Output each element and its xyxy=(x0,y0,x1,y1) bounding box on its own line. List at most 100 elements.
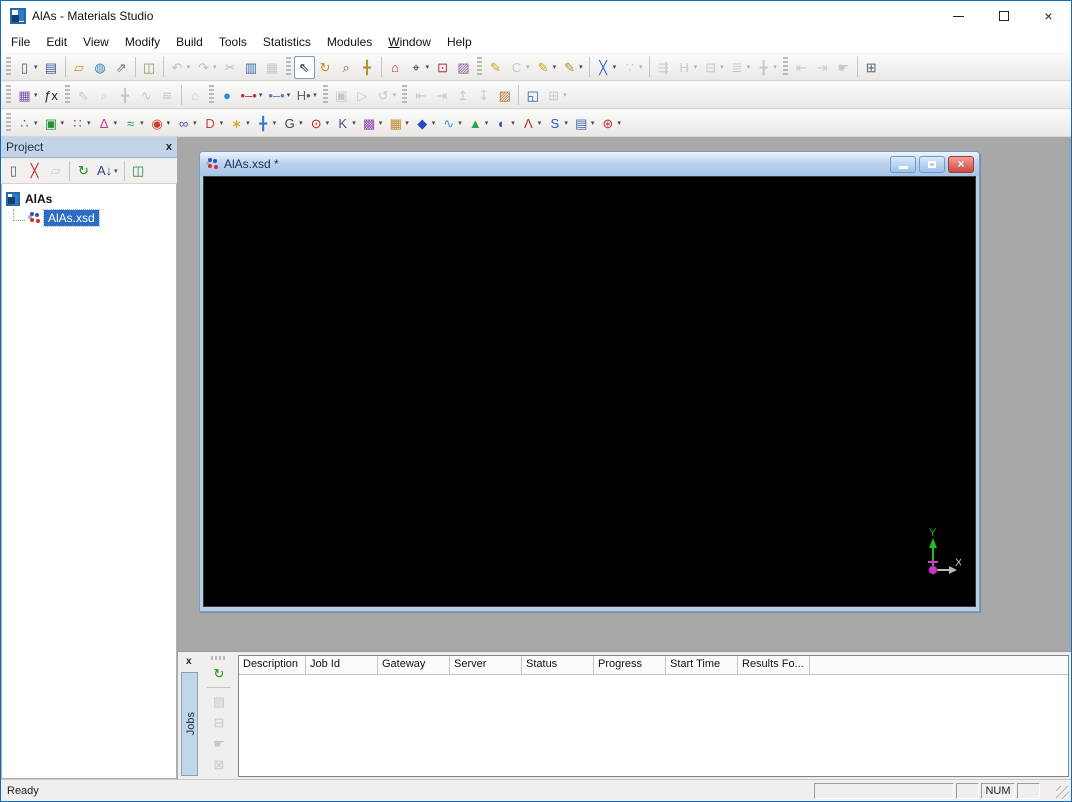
jobs-panel-close-button[interactable]: x xyxy=(186,656,192,667)
modify-element-dropdown[interactable]: ▾ xyxy=(639,63,643,71)
column-header-job-id[interactable]: Job Id xyxy=(306,656,378,674)
castep-button[interactable]: Δ▾ xyxy=(94,112,121,135)
copy-button[interactable]: ▥ xyxy=(241,56,262,79)
adjust-bonds-dropdown[interactable]: ▾ xyxy=(613,63,617,71)
kinetix-dropdown[interactable]: ▾ xyxy=(352,119,356,127)
sketch-edit-button[interactable]: ✎▾ xyxy=(559,56,586,79)
mesodyn-dropdown[interactable]: ▾ xyxy=(405,119,409,127)
reset-view-button[interactable]: ⌂ xyxy=(385,56,406,79)
sketch-edit-dropdown[interactable]: ▾ xyxy=(579,63,583,71)
blends-button[interactable]: ∷▾ xyxy=(67,112,94,135)
document-close-button[interactable]: × xyxy=(948,156,974,173)
export-button[interactable]: ⇗ xyxy=(111,56,132,79)
fx-editor-button[interactable]: ƒx xyxy=(41,84,62,107)
dmol3-dropdown[interactable]: ▾ xyxy=(246,119,250,127)
gulp-button[interactable]: G▾ xyxy=(279,112,306,135)
minimize-button[interactable] xyxy=(936,1,981,31)
module-atom-circle-button[interactable]: ⊙▾ xyxy=(306,112,333,135)
reflex-button[interactable]: Λ▾ xyxy=(518,112,545,135)
onetep-button[interactable]: ▲▾ xyxy=(465,112,492,135)
module-atom-circle-dropdown[interactable]: ▾ xyxy=(326,119,330,127)
sketch-arc-dropdown[interactable]: ▾ xyxy=(526,63,530,71)
sketch-atom-button[interactable]: ✎ xyxy=(485,56,506,79)
new-document-dropdown[interactable]: ▾ xyxy=(34,63,38,71)
menu-modules[interactable]: Modules xyxy=(319,32,380,52)
tree-root-item[interactable]: AlAs xyxy=(6,189,172,208)
redo-dropdown[interactable]: ▾ xyxy=(213,63,217,71)
dftb-plus-dropdown[interactable]: ▾ xyxy=(220,119,224,127)
add-hydrogen-dropdown[interactable]: ▾ xyxy=(313,91,317,99)
calculator-button[interactable]: ⊞ xyxy=(861,56,882,79)
column-header-status[interactable]: Status xyxy=(522,656,594,674)
import-button[interactable]: ◍ xyxy=(90,56,111,79)
maximize-button[interactable] xyxy=(981,1,1026,31)
vamp-dropdown[interactable]: ▾ xyxy=(617,119,621,127)
layer-builder-dropdown[interactable]: ▾ xyxy=(747,63,751,71)
new-document-button[interactable]: ▯▾ xyxy=(14,56,41,79)
new-item-button[interactable]: ▯ xyxy=(3,159,24,182)
discover-dropdown[interactable]: ▾ xyxy=(167,119,171,127)
refresh-jobs-button[interactable]: ↻ xyxy=(209,663,230,684)
3d-viewport[interactable]: Y X xyxy=(203,176,976,607)
column-header-description[interactable]: Description xyxy=(239,656,306,674)
add-hydrogen-button[interactable]: H•▾ xyxy=(293,84,320,107)
gulp-dropdown[interactable]: ▾ xyxy=(299,119,303,127)
delete-item-button[interactable]: ╳ xyxy=(24,159,45,182)
fit-view-button[interactable]: ⊡ xyxy=(432,56,453,79)
menu-file[interactable]: File xyxy=(3,32,38,52)
tree-child-item[interactable]: AlAs.xsd xyxy=(6,208,172,227)
menu-statistics[interactable]: Statistics xyxy=(255,32,319,52)
polymorph-dropdown[interactable]: ▾ xyxy=(511,119,515,127)
document-restore-button[interactable] xyxy=(919,156,945,173)
column-header-progress[interactable]: Progress xyxy=(594,656,666,674)
create-bond-dropdown[interactable]: ▾ xyxy=(259,91,263,99)
bond-type-dropdown[interactable]: ▾ xyxy=(287,91,291,99)
document-minimize-button[interactable] xyxy=(890,156,916,173)
vamp-button[interactable]: ⊛▾ xyxy=(597,112,624,135)
sorption-dropdown[interactable]: ▾ xyxy=(564,119,568,127)
forcite-button[interactable]: ╋▾ xyxy=(253,112,280,135)
bond-type-button[interactable]: •–•▾ xyxy=(265,84,293,107)
sorption-button[interactable]: S▾ xyxy=(544,112,571,135)
conformers-button[interactable]: ≈▾ xyxy=(120,112,147,135)
menu-tools[interactable]: Tools xyxy=(211,32,255,52)
run-options-dropdown[interactable]: ▾ xyxy=(393,91,397,99)
close-button[interactable]: × xyxy=(1026,1,1071,31)
sketch-ring-button[interactable]: ✎▾ xyxy=(533,56,560,79)
crystal-builder-dropdown[interactable]: ▾ xyxy=(720,63,724,71)
create-bond-button[interactable]: •–•▾ xyxy=(238,84,266,107)
sort-items-button[interactable]: A↓▾ xyxy=(94,159,121,182)
compass-button[interactable]: ∞▾ xyxy=(173,112,200,135)
dftb-plus-button[interactable]: D▾ xyxy=(200,112,227,135)
menu-build[interactable]: Build xyxy=(168,32,211,52)
menu-view[interactable]: View xyxy=(75,32,117,52)
reflex-dropdown[interactable]: ▾ xyxy=(538,119,542,127)
rotate-view-button[interactable]: ↻ xyxy=(315,56,336,79)
column-header-start-time[interactable]: Start Time xyxy=(666,656,738,674)
selection-mode-button[interactable]: ⇖ xyxy=(294,56,315,79)
sketch-ring-dropdown[interactable]: ▾ xyxy=(553,63,557,71)
print-button[interactable]: ◫ xyxy=(139,56,160,79)
resize-grip[interactable] xyxy=(1056,786,1069,799)
new-window-button[interactable]: ◱ xyxy=(522,84,543,107)
document-title-bar[interactable]: AlAs.xsd * × xyxy=(200,152,979,176)
add-atom-button[interactable]: ● xyxy=(217,84,238,107)
save-button[interactable]: ▤ xyxy=(41,56,62,79)
menu-window[interactable]: Window xyxy=(380,32,439,52)
mesocite-dropdown[interactable]: ▾ xyxy=(379,119,383,127)
add-hydrogens-dropdown[interactable]: ▾ xyxy=(694,63,698,71)
chart-viewer-button[interactable]: ▦▾ xyxy=(14,84,41,107)
adjust-bonds-button[interactable]: ╳▾ xyxy=(593,56,620,79)
castep-dropdown[interactable]: ▾ xyxy=(114,119,118,127)
mesodyn-button[interactable]: ▦▾ xyxy=(385,112,412,135)
menu-modify[interactable]: Modify xyxy=(117,32,168,52)
polymorph-button[interactable]: ◐▾ xyxy=(491,112,518,135)
open-button[interactable]: ▱ xyxy=(69,56,90,79)
menu-edit[interactable]: Edit xyxy=(38,32,75,52)
forcite-dropdown[interactable]: ▾ xyxy=(273,119,277,127)
kinetix-button[interactable]: K▾ xyxy=(332,112,359,135)
morphology-button[interactable]: ◆▾ xyxy=(412,112,439,135)
adsorption-locator-button[interactable]: ∴▾ xyxy=(14,112,41,135)
compass-dropdown[interactable]: ▾ xyxy=(193,119,197,127)
column-header-server[interactable]: Server xyxy=(450,656,522,674)
